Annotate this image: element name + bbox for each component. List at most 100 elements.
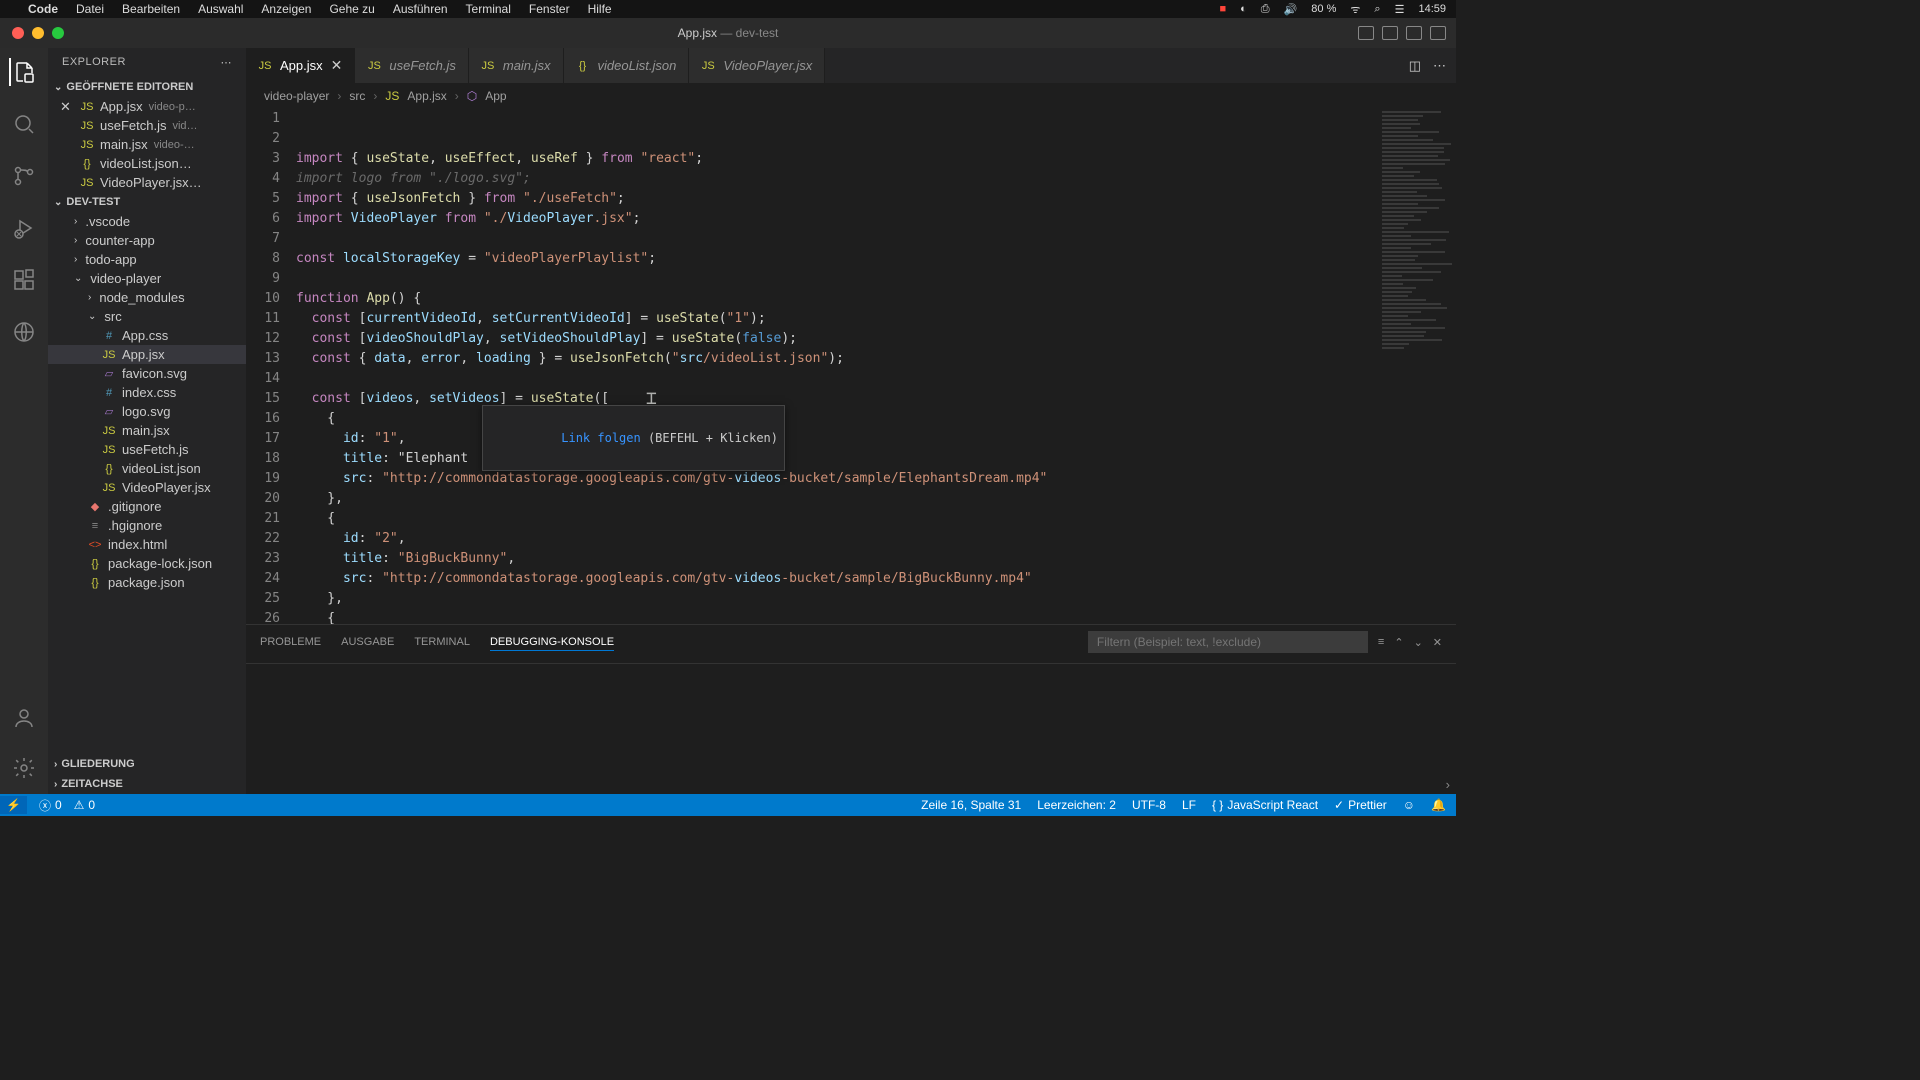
- open-editors-section[interactable]: ⌄GEÖFFNETE EDITOREN: [48, 77, 246, 97]
- panel-close-icon[interactable]: ✕: [1433, 636, 1442, 649]
- status-warnings[interactable]: ⚠ 0: [74, 798, 95, 812]
- activity-source-control-icon[interactable]: [10, 162, 38, 190]
- status-eol[interactable]: LF: [1182, 798, 1196, 812]
- activity-search-icon[interactable]: [10, 110, 38, 138]
- file-item[interactable]: JS main.jsx: [48, 421, 246, 440]
- menu-window[interactable]: Fenster: [529, 2, 570, 16]
- menu-file[interactable]: Datei: [76, 2, 104, 16]
- file-item[interactable]: JS App.jsx: [48, 345, 246, 364]
- more-actions-icon[interactable]: ⋯: [1433, 58, 1446, 74]
- open-editor-item[interactable]: JSVideoPlayer.jsx…: [48, 173, 246, 192]
- activity-remote-icon[interactable]: [10, 318, 38, 346]
- file-item[interactable]: ▱ favicon.svg: [48, 364, 246, 383]
- debug-console-content[interactable]: [246, 663, 1456, 775]
- file-item[interactable]: <> index.html: [48, 535, 246, 554]
- window-maximize-button[interactable]: [52, 27, 64, 39]
- panel-tab-output[interactable]: AUSGABE: [341, 634, 394, 650]
- breadcrumb-symbol[interactable]: App: [485, 89, 506, 103]
- folder-item[interactable]: › counter-app: [48, 231, 246, 250]
- editor-tab[interactable]: JSApp.jsx✕: [246, 48, 355, 83]
- file-item[interactable]: JS VideoPlayer.jsx: [48, 478, 246, 497]
- menubar-control-icon[interactable]: ☰: [1395, 3, 1405, 16]
- menu-help[interactable]: Hilfe: [588, 2, 612, 16]
- activity-explorer-icon[interactable]: [9, 58, 37, 86]
- folder-item[interactable]: ⌄ video-player: [48, 269, 246, 288]
- window-minimize-button[interactable]: [32, 27, 44, 39]
- window-close-button[interactable]: [12, 27, 24, 39]
- toggle-panel-left-icon[interactable]: [1358, 26, 1374, 40]
- code-editor[interactable]: 1234567891011121314151617181920212223242…: [246, 109, 1456, 624]
- status-indent[interactable]: Leerzeichen: 2: [1037, 798, 1116, 812]
- editor-tab[interactable]: JSmain.jsx: [469, 48, 564, 83]
- file-item[interactable]: {} videoList.json: [48, 459, 246, 478]
- split-editor-icon[interactable]: ◫: [1409, 58, 1421, 74]
- file-item[interactable]: JS useFetch.js: [48, 440, 246, 459]
- menu-terminal[interactable]: Terminal: [466, 2, 511, 16]
- status-language[interactable]: { } JavaScript React: [1212, 798, 1318, 812]
- open-editor-item[interactable]: JSmain.jsx video-…: [48, 135, 246, 154]
- activity-extensions-icon[interactable]: [10, 266, 38, 294]
- panel-tab-problems[interactable]: PROBLEME: [260, 634, 321, 650]
- outline-section[interactable]: ›GLIEDERUNG: [48, 754, 246, 774]
- file-item[interactable]: ▱ logo.svg: [48, 402, 246, 421]
- menu-go[interactable]: Gehe zu: [329, 2, 374, 16]
- menu-edit[interactable]: Bearbeiten: [122, 2, 180, 16]
- file-item[interactable]: # index.css: [48, 383, 246, 402]
- menubar-battery[interactable]: 80 %: [1311, 3, 1336, 15]
- toggle-panel-bottom-icon[interactable]: [1382, 26, 1398, 40]
- folder-item[interactable]: › .vscode: [48, 212, 246, 231]
- activity-debug-icon[interactable]: [10, 214, 38, 242]
- status-bell-icon[interactable]: 🔔: [1431, 798, 1446, 812]
- panel-chevron-down-icon[interactable]: ⌄: [1414, 636, 1423, 649]
- panel-filter-input[interactable]: [1088, 631, 1368, 653]
- breadcrumb-toggle[interactable]: ›: [246, 775, 1456, 794]
- menubar-icon[interactable]: ◐: [1240, 3, 1247, 15]
- menubar-search-icon[interactable]: ⌕: [1374, 3, 1380, 16]
- menubar-time[interactable]: 14:59: [1418, 3, 1446, 15]
- breadcrumb-item[interactable]: video-player: [264, 89, 329, 103]
- menu-app[interactable]: Code: [28, 2, 58, 16]
- folder-item[interactable]: › todo-app: [48, 250, 246, 269]
- breadcrumbs[interactable]: video-player› src› JSApp.jsx› ⬡App: [246, 83, 1456, 109]
- status-errors[interactable]: ⓧ 0: [39, 797, 62, 814]
- panel-tab-debug-console[interactable]: DEBUGGING-KONSOLE: [490, 634, 614, 651]
- status-prettier[interactable]: ✓ Prettier: [1334, 798, 1387, 812]
- code-content[interactable]: import { useState, useEffect, useRef } f…: [296, 109, 1376, 624]
- project-section[interactable]: ⌄DEV-TEST: [48, 192, 246, 212]
- editor-tab[interactable]: JSuseFetch.js: [355, 48, 468, 83]
- sidebar-more-icon[interactable]: ⋯: [221, 56, 233, 69]
- toggle-panel-right-icon[interactable]: [1406, 26, 1422, 40]
- file-item[interactable]: ◆ .gitignore: [48, 497, 246, 516]
- open-editor-item[interactable]: JSuseFetch.js vid…: [48, 116, 246, 135]
- breadcrumb-item[interactable]: App.jsx: [407, 89, 446, 103]
- file-item[interactable]: {} package-lock.json: [48, 554, 246, 573]
- status-cursor-position[interactable]: Zeile 16, Spalte 31: [921, 798, 1021, 812]
- panel-chevron-up-icon[interactable]: ⌃: [1394, 636, 1403, 649]
- menu-view[interactable]: Anzeigen: [261, 2, 311, 16]
- menubar-record-icon[interactable]: ■: [1219, 3, 1226, 15]
- editor-tab[interactable]: JSVideoPlayer.jsx: [689, 48, 825, 83]
- activity-settings-icon[interactable]: [10, 754, 38, 782]
- menubar-wifi-icon[interactable]: ᯤ: [1350, 2, 1360, 17]
- file-item[interactable]: {} package.json: [48, 573, 246, 592]
- folder-item[interactable]: › node_modules: [48, 288, 246, 307]
- folder-item[interactable]: ⌄ src: [48, 307, 246, 326]
- panel-settings-icon[interactable]: ≡: [1378, 636, 1384, 648]
- activity-account-icon[interactable]: [10, 704, 38, 732]
- panel-tab-terminal[interactable]: TERMINAL: [414, 634, 470, 650]
- menubar-volume-icon[interactable]: 🔊: [1284, 3, 1298, 16]
- menu-selection[interactable]: Auswahl: [198, 2, 243, 16]
- minimap[interactable]: [1376, 109, 1456, 624]
- status-feedback-icon[interactable]: ☺: [1403, 798, 1415, 812]
- file-item[interactable]: # App.css: [48, 326, 246, 345]
- open-editor-item[interactable]: ✕JSApp.jsx video-p…: [48, 97, 246, 116]
- editor-tab[interactable]: {}videoList.json: [564, 48, 690, 83]
- status-encoding[interactable]: UTF-8: [1132, 798, 1166, 812]
- status-remote-icon[interactable]: ⚡: [0, 796, 27, 814]
- timeline-section[interactable]: ›ZEITACHSE: [48, 774, 246, 794]
- file-item[interactable]: ≡ .hgignore: [48, 516, 246, 535]
- breadcrumb-item[interactable]: src: [349, 89, 365, 103]
- menu-run[interactable]: Ausführen: [393, 2, 448, 16]
- open-editor-item[interactable]: {}videoList.json…: [48, 154, 246, 173]
- customize-layout-icon[interactable]: [1430, 26, 1446, 40]
